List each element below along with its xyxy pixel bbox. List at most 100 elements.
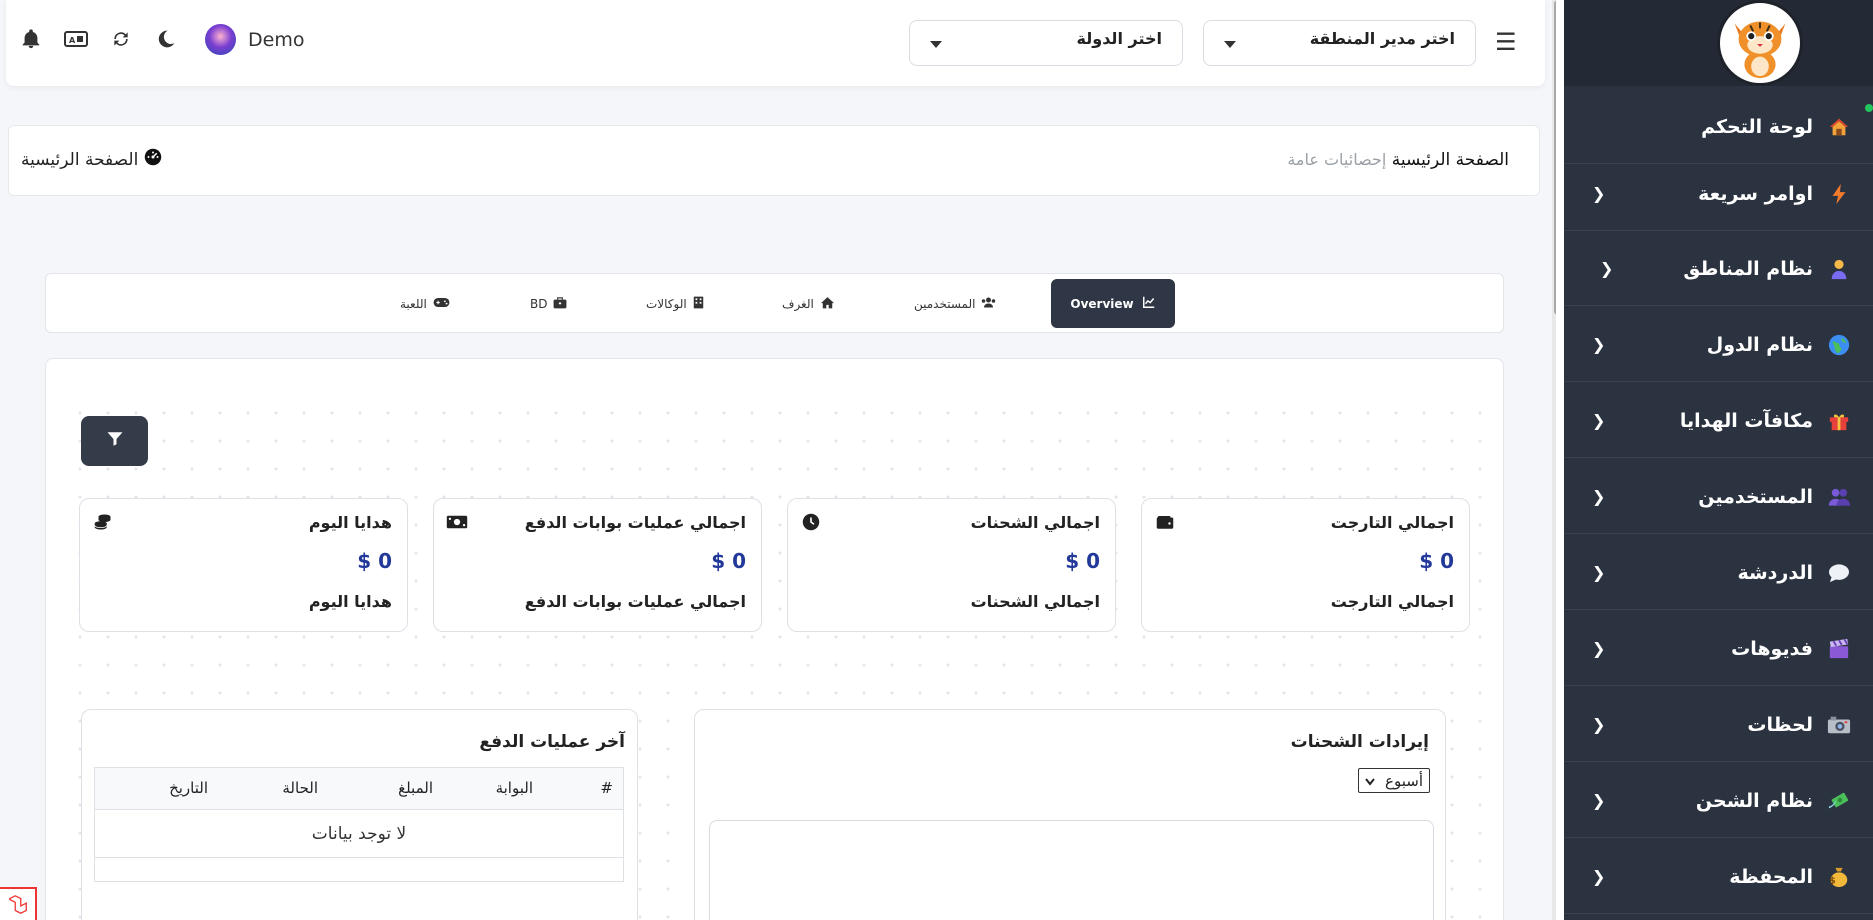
stat-subtitle: هدايا اليوم xyxy=(308,592,392,611)
tiger-logo-icon[interactable] xyxy=(1717,0,1803,86)
gamepad-icon xyxy=(433,297,450,311)
tab-game-label: اللعبة xyxy=(400,297,427,311)
tab-game[interactable]: اللعبة xyxy=(400,274,450,334)
stat-subtitle: اجمالي عمليات بوابات الدفع xyxy=(524,592,746,611)
column-header: البوابة xyxy=(495,779,533,797)
charge-revenue-card: إيرادات الشحنات أسبوع xyxy=(694,709,1446,920)
avatar[interactable] xyxy=(205,24,236,55)
sidebar-item-quick-commands[interactable]: اوامر سريعة ❮ xyxy=(1564,157,1873,231)
sidebar-item-videos[interactable]: فديوهات ❮ xyxy=(1564,612,1873,686)
sidebar-item-gift-rewards[interactable]: مكافآت الهدايا ❮ xyxy=(1564,384,1873,458)
country-select[interactable]: اختر الدولة xyxy=(909,20,1183,66)
sidebar-item-users[interactable]: المستخدمين ❮ xyxy=(1564,460,1873,534)
chart-line-icon xyxy=(1142,295,1156,312)
sidebar-item-label: فديوهات xyxy=(1731,637,1813,660)
chevron-left-icon: ❮ xyxy=(1592,487,1606,506)
charge-revenue-chart xyxy=(709,820,1434,920)
money-bill-icon xyxy=(446,511,468,533)
page-title-text: الصفحة الرئيسية xyxy=(21,149,139,170)
wallet-icon xyxy=(1154,511,1176,533)
users-icon xyxy=(1827,485,1851,509)
breadcrumb: الصفحة الرئيسية إحصائيات عامة الصفحة الر… xyxy=(8,125,1540,196)
tab-bd[interactable]: BD xyxy=(530,274,567,334)
tab-overview[interactable]: Overview xyxy=(1051,279,1175,328)
stat-title: اجمالي التارجت xyxy=(1330,513,1454,532)
sidebar-item-charging[interactable]: نظام الشحن ❮ xyxy=(1564,764,1873,838)
sidebar-header xyxy=(1564,0,1873,86)
sidebar-item-wallet[interactable]: $ المحفظة ❮ xyxy=(1564,840,1873,914)
period-select[interactable]: أسبوع xyxy=(1358,768,1430,793)
camera-icon xyxy=(1827,713,1851,737)
tab-agencies[interactable]: الوكالات xyxy=(646,274,704,334)
breadcrumb-trail: الصفحة الرئيسية إحصائيات عامة xyxy=(1287,150,1509,170)
chevron-left-icon: ❮ xyxy=(1592,867,1606,886)
chevron-down-icon xyxy=(1365,772,1375,790)
building-icon xyxy=(693,296,704,312)
column-header: # xyxy=(600,779,613,797)
stat-title: اجمالي عمليات بوابات الدفع xyxy=(524,513,746,532)
sidebar-item-label: لوحة التحكم xyxy=(1701,115,1813,138)
laravel-logo-icon xyxy=(0,887,37,920)
user-name[interactable]: Demo xyxy=(248,29,304,51)
sidebar-item-dashboard[interactable]: لوحة التحكم xyxy=(1564,90,1873,164)
sidebar-divider xyxy=(1556,0,1564,920)
sidebar-item-label: مكافآت الهدايا xyxy=(1679,409,1813,432)
tab-rooms[interactable]: الغرف xyxy=(782,274,835,334)
clock-icon xyxy=(800,511,822,533)
charge-revenue-title: إيرادات الشحنات xyxy=(1290,732,1429,752)
sidebar-item-chat[interactable]: الدردشة ❮ xyxy=(1564,536,1873,610)
last-payments-card: آخر عمليات الدفع # البوابة المبلغ الحالة… xyxy=(81,709,638,920)
globe-icon xyxy=(1827,333,1851,357)
sidebar: لوحة التحكم اوامر سريعة ❮ نظام المناطق ❮… xyxy=(1564,0,1873,920)
payments-table: # البوابة المبلغ الحالة التاريخ لا توجد … xyxy=(94,767,624,882)
breadcrumb-home-link[interactable]: الصفحة الرئيسية xyxy=(1392,150,1509,170)
users-icon xyxy=(981,296,996,312)
sidebar-item-regions[interactable]: نظام المناطق ❮ xyxy=(1564,232,1873,306)
column-header: المبلغ xyxy=(398,779,433,797)
person-icon xyxy=(1827,257,1851,281)
lightning-icon xyxy=(1827,182,1851,206)
stat-value: $ 0 xyxy=(1065,549,1100,573)
sidebar-item-countries[interactable]: نظام الدول ❮ xyxy=(1564,308,1873,382)
chevron-left-icon: ❮ xyxy=(1592,639,1606,658)
tab-bd-label: BD xyxy=(530,297,548,311)
refresh-icon[interactable] xyxy=(108,26,134,52)
language-icon[interactable]: A xyxy=(63,26,89,52)
sidebar-item-label: الدردشة xyxy=(1737,561,1813,584)
sidebar-item-label: اوامر سريعة xyxy=(1698,182,1813,205)
overview-panel: اجمالي التارجت $ 0 اجمالي التارجت اجمالي… xyxy=(45,358,1504,920)
tab-users[interactable]: المستخدمين xyxy=(914,274,996,334)
region-manager-select[interactable]: اختر مدير المنطقة xyxy=(1203,20,1476,66)
clapperboard-icon xyxy=(1827,637,1851,661)
empty-state: لا توجد بيانات xyxy=(95,810,623,858)
stat-subtitle: اجمالي الشحنات xyxy=(970,592,1100,611)
caret-down-icon xyxy=(1224,41,1236,48)
briefcase-icon xyxy=(553,296,567,312)
last-payments-title: آخر عمليات الدفع xyxy=(479,732,625,752)
column-header: الحالة xyxy=(282,779,318,797)
period-select-value: أسبوع xyxy=(1385,771,1423,790)
tabs-bar: Overview المستخدمين الغرف الوكالات BD ال… xyxy=(45,273,1504,333)
tab-agencies-label: الوكالات xyxy=(646,297,687,311)
tab-users-label: المستخدمين xyxy=(914,297,976,311)
stat-value: $ 0 xyxy=(357,549,392,573)
menu-toggle-icon[interactable]: ☰ xyxy=(1495,28,1517,56)
chevron-left-icon: ❮ xyxy=(1592,184,1606,203)
column-header: التاريخ xyxy=(169,779,208,797)
chevron-left-icon: ❮ xyxy=(1600,259,1614,278)
page-title: الصفحة الرئيسية xyxy=(21,148,162,171)
breadcrumb-current: إحصائيات عامة xyxy=(1287,150,1387,169)
tab-overview-label: Overview xyxy=(1070,296,1134,311)
chevron-left-icon: ❮ xyxy=(1592,563,1606,582)
filter-button[interactable] xyxy=(81,416,148,466)
moon-icon[interactable] xyxy=(153,26,179,52)
stat-card-payment-gateways: اجمالي عمليات بوابات الدفع $ 0 اجمالي عم… xyxy=(433,498,762,632)
region-manager-select-label: اختر مدير المنطقة xyxy=(1309,29,1455,48)
tab-rooms-label: الغرف xyxy=(782,297,814,311)
svg-text:$: $ xyxy=(1829,875,1835,886)
sidebar-item-moments[interactable]: لحظات ❮ xyxy=(1564,688,1873,762)
chevron-left-icon: ❮ xyxy=(1592,335,1606,354)
chevron-left-icon: ❮ xyxy=(1592,411,1606,430)
caret-down-icon xyxy=(930,41,942,48)
bell-icon[interactable] xyxy=(18,26,44,52)
